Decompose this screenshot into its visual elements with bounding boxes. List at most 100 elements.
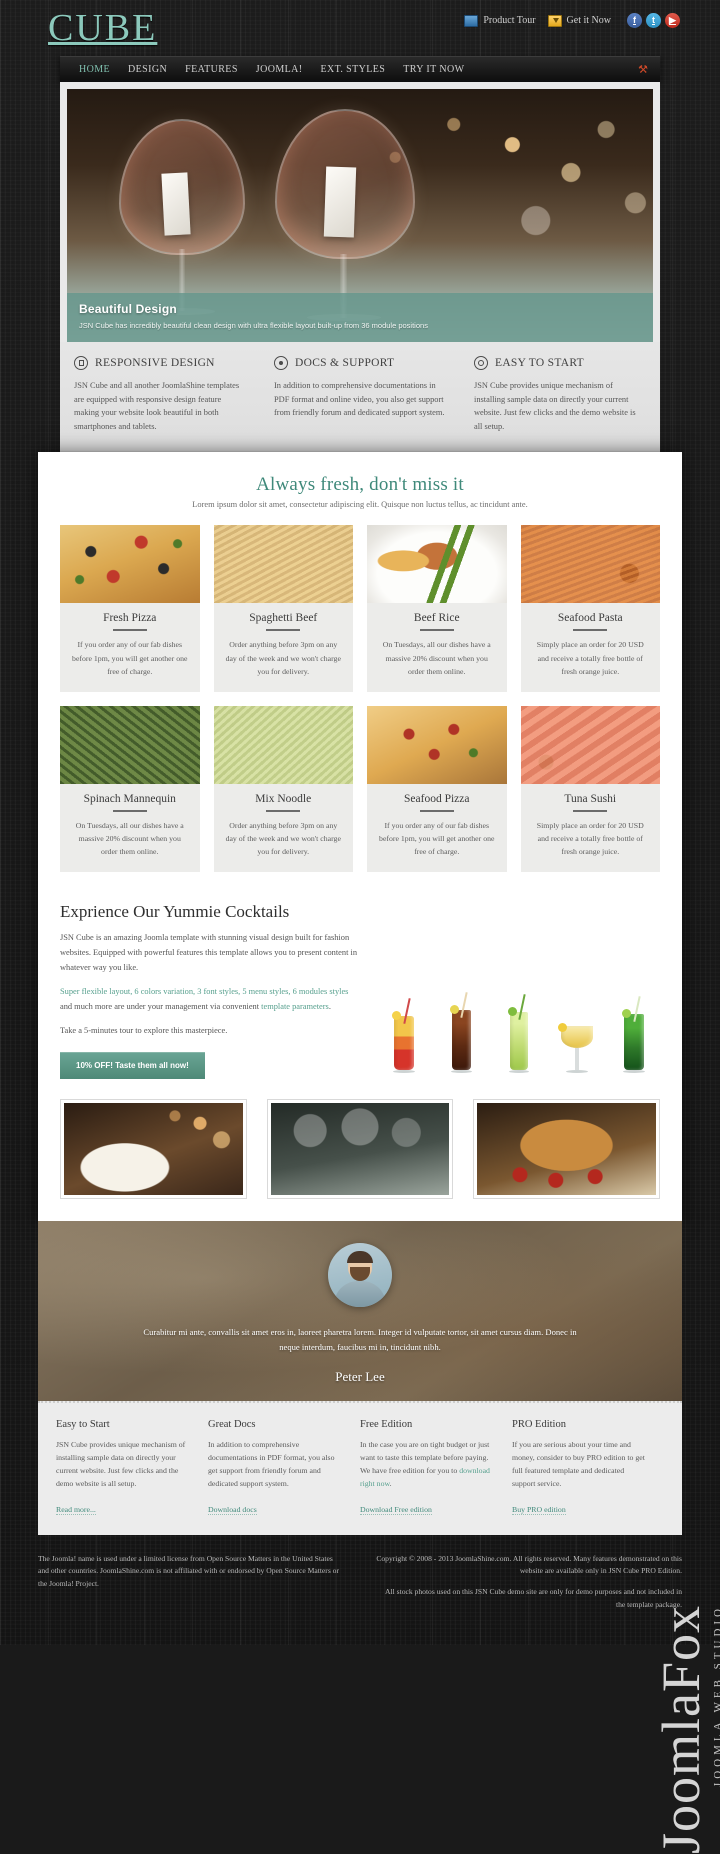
get-it-now-link[interactable]: Get it Now bbox=[547, 14, 611, 27]
food-image bbox=[367, 525, 507, 604]
download-free-edition-link[interactable]: Download Free edition bbox=[360, 1504, 432, 1515]
food-card[interactable]: Fresh Pizza If you order any of our fab … bbox=[60, 525, 200, 692]
monitor-icon bbox=[464, 14, 479, 27]
food-card[interactable]: Seafood Pizza If you order any of our fa… bbox=[367, 705, 507, 872]
food-image bbox=[367, 705, 507, 784]
cocktails-paragraph-3: Take a 5-minutes tour to explore this ma… bbox=[60, 1025, 228, 1035]
footer-col-title: Free Edition bbox=[360, 1418, 413, 1430]
menu-item-joomla[interactable]: JOOMLA! bbox=[247, 64, 312, 75]
testimonial-author: Peter Lee bbox=[335, 1368, 385, 1384]
ring-in-circle-icon bbox=[474, 356, 488, 370]
food-text: Order anything before 3pm on any day of … bbox=[225, 820, 341, 857]
footer-col-easy-to-start: Easy to Start JSN Cube provides unique m… bbox=[56, 1419, 208, 1517]
food-text: Simply place an order for 20 USD and rec… bbox=[536, 820, 644, 857]
food-card[interactable]: Spaghetti Beef Order anything before 3pm… bbox=[213, 525, 354, 692]
divider bbox=[419, 629, 454, 632]
read-more-link[interactable]: Read more... bbox=[56, 1504, 96, 1515]
food-card-body: Fresh Pizza If you order any of our fab … bbox=[60, 603, 200, 691]
cocktails-paragraph-2: Super flexible layout, 6 colors variatio… bbox=[60, 985, 360, 1015]
footer-col-text: JSN Cube provides unique mechanism of in… bbox=[56, 1439, 186, 1488]
hero-title: Beautiful Design bbox=[79, 302, 177, 317]
feature-easy-to-start: EASY TO START JSN Cube provides unique m… bbox=[460, 356, 660, 433]
feature-text: In addition to comprehensive documentati… bbox=[274, 381, 445, 418]
footer-col-free-edition: Free Edition In the case you are on tigh… bbox=[360, 1419, 512, 1517]
divider bbox=[419, 809, 454, 812]
get-it-now-label: Get it Now bbox=[566, 15, 611, 26]
fresh-heading: Always fresh, don't miss it bbox=[256, 474, 464, 496]
food-title: Fresh Pizza bbox=[103, 612, 157, 625]
feature-text: JSN Cube provides unique mechanism of in… bbox=[474, 381, 636, 431]
download-icon bbox=[547, 14, 562, 27]
youtube-icon[interactable]: ▶ bbox=[665, 13, 680, 28]
watermark-sub: JOOMLA WEB STUDIO bbox=[712, 1605, 720, 1788]
product-tour-label: Product Tour bbox=[483, 15, 536, 26]
tools-icon[interactable]: ⚒ bbox=[638, 63, 648, 76]
copyright-text: Copyright © 2008 - 2013 JoomlaShine.com.… bbox=[376, 1553, 682, 1576]
food-card[interactable]: Mix Noodle Order anything before 3pm on … bbox=[213, 705, 353, 872]
menu-item-features[interactable]: FEATURES bbox=[176, 64, 247, 75]
taste-them-button[interactable]: 10% OFF! Taste them all now! bbox=[60, 1051, 205, 1079]
footer-columns: Easy to Start JSN Cube provides unique m… bbox=[38, 1400, 682, 1535]
template-parameters-link[interactable]: template parameters bbox=[261, 1002, 329, 1011]
menu-item-home[interactable]: HOME bbox=[70, 64, 119, 75]
food-title: Mix Noodle bbox=[255, 792, 312, 805]
sunrise-cocktail bbox=[384, 997, 424, 1073]
food-title: Seafood Pasta bbox=[557, 612, 623, 625]
table-setting-photo[interactable] bbox=[266, 1098, 454, 1199]
menu-item-design[interactable]: DESIGN bbox=[119, 64, 176, 75]
salad-photo[interactable] bbox=[60, 1098, 247, 1199]
fresh-subheading: Lorem ipsum dolor sit amet, consectetur … bbox=[192, 500, 528, 510]
footer-col-text: In the case you are on tight budget or j… bbox=[360, 1438, 496, 1490]
cola-cocktail bbox=[441, 991, 481, 1073]
page-root: CUBE Product Tour Get it Now f t ▶ HOME … bbox=[0, 0, 720, 1854]
top-nav: Product Tour Get it Now f t ▶ bbox=[464, 13, 680, 28]
copyright-left: The Joomla! name is used under a limited… bbox=[38, 1553, 345, 1619]
stock-photo-notice: All stock photos used on this JSN Cube d… bbox=[385, 1587, 682, 1609]
food-card[interactable]: Beef Rice On Tuesdays, all our dishes ha… bbox=[367, 525, 507, 692]
feature-header: RESPONSIVE DESIGN bbox=[74, 356, 246, 370]
hero-slider[interactable]: Beautiful Design JSN Cube has incredibly… bbox=[67, 89, 653, 342]
feature-docs-support: DOCS & SUPPORT In addition to comprehens… bbox=[260, 356, 460, 433]
footer-col-text: If you are serious about your time and m… bbox=[512, 1439, 645, 1488]
main-content: Always fresh, don't miss it Lorem ipsum … bbox=[38, 452, 682, 1221]
menu-item-ext-styles[interactable]: EXT. STYLES bbox=[311, 64, 394, 75]
food-card[interactable]: Seafood Pasta Simply place an order for … bbox=[520, 525, 660, 692]
divider bbox=[573, 629, 608, 632]
watermark-main: JoomlaFox bbox=[651, 1605, 711, 1854]
footer-col-title: Great Docs bbox=[208, 1418, 256, 1430]
testimonial-quote: Curabitur mi ante, convallis sit amet er… bbox=[143, 1326, 577, 1352]
feature-title: RESPONSIVE DESIGN bbox=[95, 357, 215, 369]
fresh-section-header: Always fresh, don't miss it Lorem ipsum … bbox=[60, 474, 660, 509]
download-docs-link[interactable]: Download docs bbox=[208, 1504, 257, 1515]
hero-stage: Beautiful Design JSN Cube has incredibly… bbox=[60, 82, 660, 342]
margarita-cocktail bbox=[557, 1022, 597, 1073]
cocktails-images bbox=[378, 902, 660, 1079]
roast-turkey-photo[interactable] bbox=[473, 1098, 661, 1199]
divider bbox=[266, 809, 301, 812]
main-menu: HOME DESIGN FEATURES JOOMLA! EXT. STYLES… bbox=[60, 56, 660, 82]
buy-pro-edition-link[interactable]: Buy PRO edition bbox=[512, 1504, 566, 1515]
copyright-bar: The Joomla! name is used under a limited… bbox=[0, 1535, 720, 1854]
feature-text: JSN Cube and all another JoomlaShine tem… bbox=[74, 381, 240, 431]
menu-item-try-it-now[interactable]: TRY IT NOW bbox=[394, 64, 473, 75]
free-text-b: . bbox=[389, 1478, 392, 1488]
food-card[interactable]: Tuna Sushi Simply place an order for 20 … bbox=[520, 705, 660, 872]
site-logo[interactable]: CUBE bbox=[48, 6, 157, 50]
feature-responsive-design: RESPONSIVE DESIGN JSN Cube and all anoth… bbox=[60, 356, 260, 433]
food-card-body: Spaghetti Beef Order anything before 3pm… bbox=[214, 603, 354, 691]
food-image bbox=[213, 525, 353, 604]
food-grid-row-2: Spinach Mannequin On Tuesdays, all our d… bbox=[60, 705, 660, 872]
napkin-right bbox=[323, 166, 357, 238]
twitter-icon[interactable]: t bbox=[646, 13, 661, 28]
divider bbox=[573, 809, 608, 812]
food-text: On Tuesdays, all our dishes have a massi… bbox=[382, 640, 491, 677]
product-tour-link[interactable]: Product Tour bbox=[464, 14, 536, 27]
facebook-icon[interactable]: f bbox=[627, 13, 642, 28]
square-in-circle-icon bbox=[74, 356, 88, 370]
food-grid-row-1: Fresh Pizza If you order any of our fab … bbox=[60, 525, 660, 692]
feature-row: RESPONSIVE DESIGN JSN Cube and all anoth… bbox=[60, 342, 660, 453]
food-text: If you order any of our fab dishes befor… bbox=[72, 640, 188, 677]
flexible-layout-link[interactable]: Super flexible layout, 6 colors variatio… bbox=[60, 987, 348, 996]
food-card[interactable]: Spinach Mannequin On Tuesdays, all our d… bbox=[60, 705, 200, 872]
p2-end: . bbox=[328, 1001, 331, 1011]
